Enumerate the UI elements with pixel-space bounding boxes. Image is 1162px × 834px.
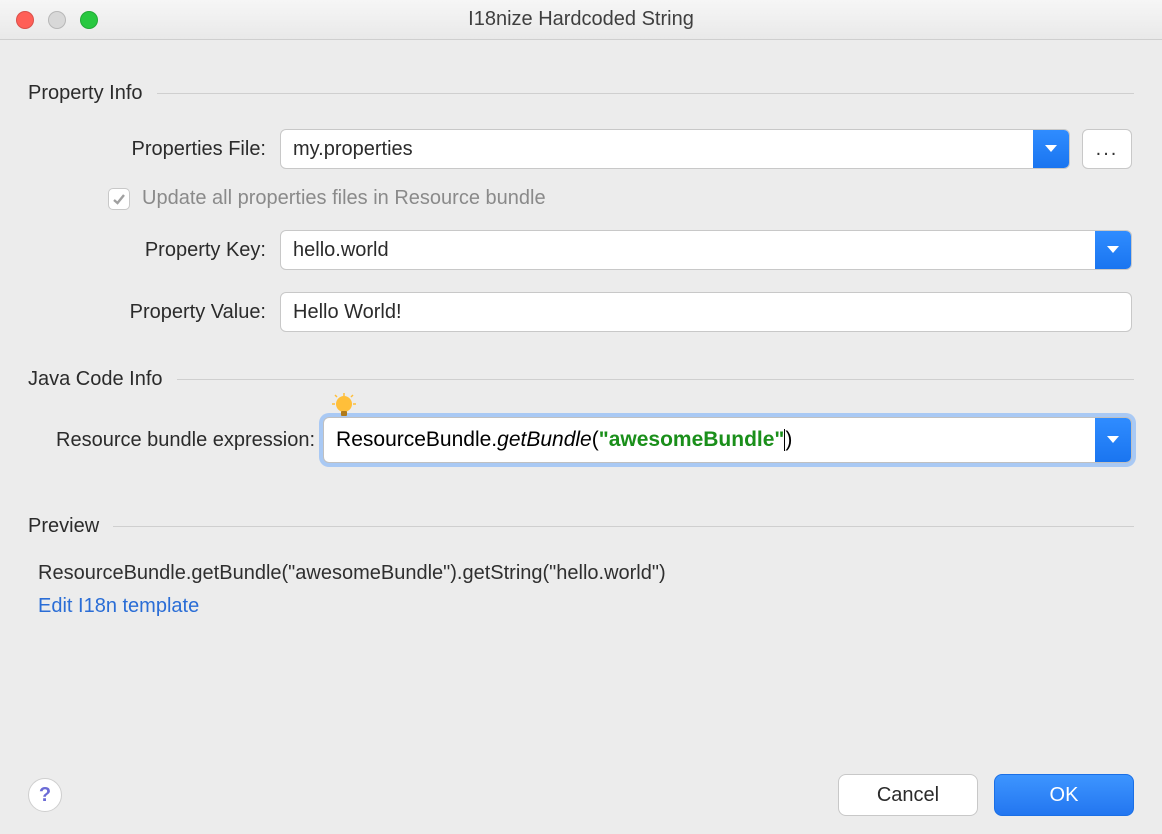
properties-file-label: Properties File: — [82, 138, 280, 161]
minimize-icon[interactable] — [48, 11, 66, 29]
maximize-icon[interactable] — [80, 11, 98, 29]
close-icon[interactable] — [16, 11, 34, 29]
property-value-label: Property Value: — [82, 301, 280, 324]
resource-bundle-expr-value: ResourceBundle.getBundle("awesomeBundle"… — [324, 418, 1095, 462]
chevron-down-icon[interactable] — [1095, 231, 1131, 269]
property-key-label: Property Key: — [82, 239, 280, 262]
browse-button[interactable]: ... — [1082, 129, 1132, 169]
dialog-footer: ? Cancel OK — [28, 774, 1134, 816]
section-rule — [177, 379, 1134, 380]
section-property-info: Property Info — [28, 82, 1134, 105]
section-preview: Preview — [28, 515, 1134, 538]
resource-bundle-expr-label: Resource bundle expression: — [56, 429, 323, 452]
lightbulb-icon[interactable] — [331, 393, 357, 419]
update-all-row: Update all properties files in Resource … — [82, 187, 1134, 210]
section-label: Property Info — [28, 82, 143, 105]
chevron-down-icon[interactable] — [1033, 130, 1069, 168]
edit-i18n-template-link[interactable]: Edit I18n template — [38, 595, 1134, 618]
property-value-input[interactable]: Hello World! — [280, 292, 1132, 332]
ok-button[interactable]: OK — [994, 774, 1134, 816]
cancel-button[interactable]: Cancel — [838, 774, 978, 816]
help-button[interactable]: ? — [28, 778, 62, 812]
chevron-down-icon[interactable] — [1095, 418, 1131, 462]
properties-file-value: my.properties — [281, 130, 1033, 168]
preview-code: ResourceBundle.getBundle("awesomeBundle"… — [38, 562, 1134, 585]
section-rule — [157, 93, 1134, 94]
window-title: I18nize Hardcoded String — [0, 8, 1162, 31]
window-controls — [0, 11, 98, 29]
update-all-checkbox[interactable] — [108, 188, 130, 210]
section-label: Java Code Info — [28, 368, 163, 391]
update-all-label: Update all properties files in Resource … — [142, 187, 546, 210]
section-rule — [113, 526, 1134, 527]
property-key-value: hello.world — [281, 231, 1095, 269]
property-key-combo[interactable]: hello.world — [280, 230, 1132, 270]
titlebar: I18nize Hardcoded String — [0, 0, 1162, 40]
section-java-code: Java Code Info — [28, 368, 1134, 391]
section-label: Preview — [28, 515, 99, 538]
properties-file-combo[interactable]: my.properties — [280, 129, 1070, 169]
resource-bundle-expr-input[interactable]: ResourceBundle.getBundle("awesomeBundle"… — [323, 417, 1132, 463]
